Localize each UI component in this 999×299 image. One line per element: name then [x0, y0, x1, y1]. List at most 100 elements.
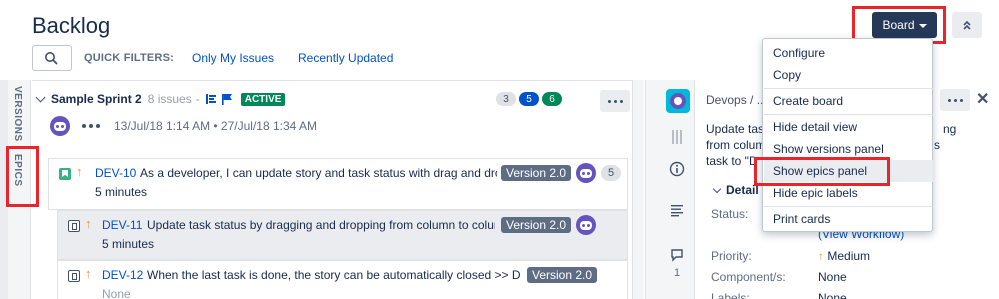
story-points: 5: [601, 165, 621, 181]
description-line: from colum: [706, 138, 766, 152]
description-glyph: [671, 205, 683, 217]
issue-row[interactable]: ↑ DEV-10 As a developer, I can update st…: [48, 158, 628, 210]
issue-summary: When the last task is done, the story ca…: [147, 268, 521, 282]
close-icon[interactable]: ✕: [976, 89, 989, 109]
description-line-end: s: [934, 138, 940, 152]
more-dot: [96, 124, 100, 128]
issue-estimate: 5 minutes: [95, 185, 148, 199]
description-line: task to "D: [706, 154, 758, 168]
priority-medium-icon: ↑: [76, 164, 83, 179]
menu-divider: [764, 206, 933, 207]
subtask-icon: [68, 270, 80, 282]
count-in-progress: 5: [519, 92, 539, 106]
components-value[interactable]: None: [818, 270, 847, 284]
sprint-header[interactable]: Sample Sprint 2 8 issues - ACTIVE: [35, 92, 286, 106]
detail-more-button[interactable]: [940, 89, 970, 111]
highlight-show-epics-panel: [754, 157, 890, 186]
avatar: [576, 163, 596, 183]
menu-item-configure[interactable]: Configure: [764, 42, 933, 64]
status-label: Status:: [711, 207, 749, 221]
page-title: Backlog: [32, 13, 111, 38]
details-section-header[interactable]: Detail: [712, 183, 759, 197]
more-dot: [619, 99, 623, 103]
count-todo: 3: [496, 92, 516, 106]
search-icon: [45, 52, 58, 65]
comment-glyph: [671, 249, 683, 262]
issue-row[interactable]: ↑ DEV-12 When the last task is done, the…: [57, 260, 628, 299]
chevron-down-icon[interactable]: [35, 92, 46, 103]
filter-recently-updated[interactable]: Recently Updated: [298, 51, 393, 65]
issue-row[interactable]: ↑ DEV-11 Update task status by dragging …: [57, 210, 628, 260]
version-badge: Version 2.0: [501, 165, 572, 181]
more-dot: [82, 124, 86, 128]
avatar-face-icon: [54, 121, 66, 131]
story-icon: [59, 168, 71, 180]
project-avatar: [666, 89, 690, 113]
sprint-dates: 13/Jul/18 1:14 AM • 27/Jul/18 1:34 AM: [114, 119, 317, 133]
panel-resize-handle[interactable]: [645, 80, 659, 299]
avatar-face-icon: [580, 168, 592, 178]
menu-divider: [764, 88, 933, 89]
sprint-meta: 13/Jul/18 1:14 AM • 27/Jul/18 1:34 AM: [50, 116, 317, 136]
sprint-issue-counts: 3 5 6: [496, 92, 562, 106]
sprint-name: Sample Sprint 2: [51, 92, 142, 106]
drag-handle-glyph: [672, 130, 682, 144]
menu-item-create-board[interactable]: Create board: [764, 90, 933, 112]
labels-value[interactable]: None: [818, 291, 847, 299]
collapse-header-button[interactable]: [952, 12, 982, 38]
status-badge: ACTIVE: [240, 92, 286, 106]
menu-divider: [764, 114, 933, 115]
more-dot: [613, 99, 617, 103]
priority-value[interactable]: ↑ Medium: [818, 249, 870, 263]
priority-medium-icon: ↑: [85, 216, 92, 231]
comment-icon[interactable]: [667, 247, 687, 267]
description-icon[interactable]: [667, 203, 687, 221]
avatar: [576, 215, 596, 235]
breadcrumb[interactable]: Devops / ...: [706, 93, 767, 107]
avatar-face-icon: [580, 220, 592, 230]
menu-item-hide-detail-view[interactable]: Hide detail view: [764, 116, 933, 138]
more-dot: [959, 98, 963, 102]
sprint-more-button[interactable]: [600, 90, 630, 112]
priority-medium-icon: ↑: [818, 249, 824, 263]
issue-summary: As a developer, I can update story and t…: [140, 166, 497, 180]
quick-filters-bar: QUICK FILTERS: Only My Issues Recently U…: [32, 45, 393, 71]
issue-estimate: None: [102, 287, 131, 299]
search-input[interactable]: [32, 45, 72, 71]
filter-only-my-issues[interactable]: Only My Issues: [192, 51, 274, 65]
project-avatar-icon: [670, 93, 686, 109]
issue-summary: Update task status by dragging and dropp…: [147, 218, 495, 232]
chevron-down-icon: [712, 184, 722, 193]
menu-item-print-cards[interactable]: Print cards: [764, 208, 933, 230]
more-dot: [947, 98, 951, 102]
count-done: 6: [542, 92, 562, 106]
board-menu: Configure Copy Create board Hide detail …: [762, 38, 933, 232]
comment-count: 1: [673, 267, 681, 279]
flag-icon: [221, 94, 232, 105]
backlog-scrollbar[interactable]: [632, 80, 644, 299]
menu-item-copy[interactable]: Copy: [764, 64, 933, 86]
subtask-icon: [68, 220, 80, 232]
info-icon[interactable]: [667, 161, 687, 181]
priority-value-text: Medium: [827, 249, 871, 263]
info-glyph: [669, 161, 685, 177]
issue-key[interactable]: DEV-10: [95, 166, 136, 180]
version-badge: Version 2.0: [501, 217, 572, 233]
tab-versions[interactable]: VERSIONS: [12, 86, 23, 142]
description-line-end: ng: [943, 122, 957, 136]
issue-estimate: 5 minutes: [102, 237, 155, 251]
priority-label: Priority:: [711, 249, 752, 263]
double-chevron-up-icon: [963, 20, 971, 30]
issue-key[interactable]: DEV-11: [102, 218, 142, 232]
drag-handle-icon[interactable]: [667, 128, 687, 150]
description-line: Update tas: [706, 122, 765, 136]
version-badge: Version 2.0: [527, 267, 598, 283]
sprint-issue-count: 8 issues: [147, 92, 192, 106]
issue-key[interactable]: DEV-12: [102, 268, 143, 282]
more-dot: [607, 99, 611, 103]
more-dot: [89, 124, 93, 128]
more-icon[interactable]: [82, 124, 100, 128]
avatar[interactable]: [50, 116, 70, 136]
sprint-goal-icon: [205, 94, 216, 104]
sprint-separator: -: [195, 92, 200, 106]
